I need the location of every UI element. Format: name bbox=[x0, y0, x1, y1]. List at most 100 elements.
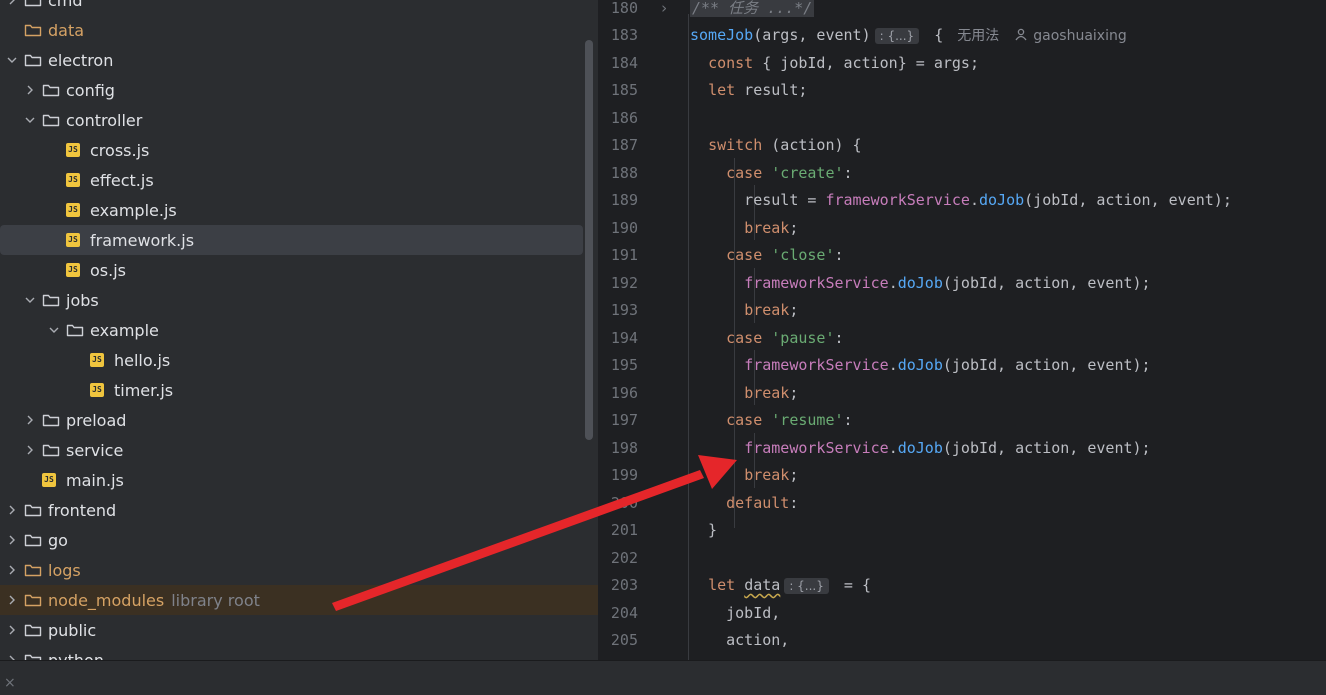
chevron-down-icon[interactable] bbox=[18, 115, 42, 125]
code-line[interactable]: 190 break; bbox=[598, 214, 1326, 241]
code-line[interactable]: 186 bbox=[598, 104, 1326, 131]
code-line[interactable]: 195 frameworkService.doJob(jobId, action… bbox=[598, 352, 1326, 379]
tree-folder-node-modules[interactable]: node_modules library root bbox=[0, 585, 598, 615]
code-text: action, bbox=[690, 631, 789, 649]
chevron-right-icon[interactable] bbox=[0, 625, 24, 635]
code-line[interactable]: 203 let data: {...} = { bbox=[598, 572, 1326, 599]
chevron-right-icon[interactable] bbox=[18, 445, 42, 455]
javascript-file-icon: JS bbox=[66, 233, 86, 247]
code-line[interactable]: 197 case 'resume': bbox=[598, 407, 1326, 434]
code-line[interactable]: 185 let result; bbox=[598, 77, 1326, 104]
code-token: data bbox=[744, 576, 781, 594]
tree-item-label: cross.js bbox=[90, 140, 150, 160]
close-icon[interactable]: × bbox=[4, 675, 16, 691]
tree-file-cross-js[interactable]: JS cross.js bbox=[0, 135, 598, 165]
fold-chevron-icon[interactable]: › bbox=[638, 0, 690, 17]
code-line[interactable]: 192 frameworkService.doJob(jobId, action… bbox=[598, 269, 1326, 296]
tree-folder-electron[interactable]: electron bbox=[0, 45, 598, 75]
line-number: 201 bbox=[610, 521, 638, 539]
code-line[interactable]: 189 result = frameworkService.doJob(jobI… bbox=[598, 187, 1326, 214]
type-inlay-hint[interactable]: : {...} bbox=[874, 28, 920, 44]
tree-folder-preload[interactable]: preload bbox=[0, 405, 598, 435]
line-number: 185 bbox=[610, 81, 638, 99]
code-line[interactable]: 180 ›/** 任务 ...*/ bbox=[598, 0, 1326, 21]
tree-folder-go[interactable]: go bbox=[0, 525, 598, 555]
code-token: . bbox=[888, 356, 898, 374]
line-number: 194 bbox=[610, 328, 638, 347]
tree-folder-cmd[interactable]: cmd bbox=[0, 0, 598, 15]
code-token: jobId, bbox=[690, 603, 781, 622]
code-token: (jobId, action, event); bbox=[1024, 191, 1232, 209]
tree-folder-controller[interactable]: controller bbox=[0, 105, 598, 135]
line-number: 188 bbox=[610, 163, 638, 182]
code-line[interactable]: 193 break; bbox=[598, 297, 1326, 324]
tree-item-label: framework.js bbox=[90, 230, 195, 250]
code-token: (action) { bbox=[762, 136, 862, 154]
folder-icon bbox=[24, 532, 44, 548]
code-text: case 'pause': bbox=[690, 329, 843, 347]
code-line[interactable]: 204 jobId, bbox=[598, 599, 1326, 626]
chevron-down-icon[interactable] bbox=[42, 325, 66, 335]
project-tree-scrollbar[interactable] bbox=[585, 40, 593, 440]
tree-folder-config[interactable]: config bbox=[0, 75, 598, 105]
code-line[interactable]: 183 someJob(args, event): {...} {无用法 gaosh… bbox=[598, 22, 1326, 49]
code-line[interactable]: 191 case 'close': bbox=[598, 242, 1326, 269]
tree-file-main-js[interactable]: JS main.js bbox=[0, 465, 598, 495]
usage-hint[interactable]: 无用法 bbox=[957, 28, 999, 44]
code-line[interactable]: 187 switch (action) { bbox=[598, 132, 1326, 159]
code-line[interactable]: 188 case 'create': bbox=[598, 159, 1326, 186]
line-number: 189 bbox=[610, 191, 638, 209]
tree-file-timer-js[interactable]: JS timer.js bbox=[0, 375, 598, 405]
tree-item-label: frontend bbox=[48, 500, 117, 520]
code-line[interactable]: 184 const { jobId, action} = args; bbox=[598, 49, 1326, 76]
tree-file-framework-js[interactable]: JS framework.js bbox=[0, 225, 583, 255]
tree-folder-public[interactable]: public bbox=[0, 615, 598, 645]
code-line[interactable]: 202 bbox=[598, 544, 1326, 571]
tree-folder-logs[interactable]: logs bbox=[0, 555, 598, 585]
code-token: } bbox=[690, 521, 718, 539]
code-line[interactable]: 198 frameworkService.doJob(jobId, action… bbox=[598, 434, 1326, 461]
chevron-right-icon[interactable] bbox=[18, 415, 42, 425]
code-line[interactable]: 199 break; bbox=[598, 462, 1326, 489]
code-text: case 'close': bbox=[690, 246, 844, 264]
tree-folder-example[interactable]: example bbox=[0, 315, 598, 345]
tree-folder-jobs[interactable]: jobs bbox=[0, 285, 598, 315]
type-inlay-hint[interactable]: : {...} bbox=[784, 578, 829, 594]
chevron-right-icon[interactable] bbox=[18, 85, 42, 95]
chevron-right-icon[interactable] bbox=[0, 595, 24, 605]
javascript-file-icon: JS bbox=[66, 173, 86, 187]
chevron-right-icon[interactable] bbox=[0, 0, 24, 5]
tree-folder-data[interactable]: data bbox=[0, 15, 598, 45]
code-editor[interactable]: 180 ›/** 任务 ...*/ 183 someJob(args, event):… bbox=[598, 0, 1326, 660]
tree-folder-frontend[interactable]: frontend bbox=[0, 495, 598, 525]
tree-file-os-js[interactable]: JS os.js bbox=[0, 255, 598, 285]
tree-file-hello-js[interactable]: JS hello.js bbox=[0, 345, 598, 375]
chevron-right-icon[interactable] bbox=[0, 565, 24, 575]
folder-icon bbox=[66, 322, 86, 338]
tree-folder-python[interactable]: python bbox=[0, 645, 598, 660]
tree-file-example-js[interactable]: JS example.js bbox=[0, 195, 598, 225]
author-hint[interactable]: gaoshuaixing bbox=[1015, 28, 1127, 44]
chevron-down-icon[interactable] bbox=[0, 55, 24, 65]
code-token: someJob bbox=[690, 26, 754, 44]
code-line[interactable]: 205 action, bbox=[598, 627, 1326, 654]
chevron-right-icon[interactable] bbox=[0, 505, 24, 515]
code-token: : bbox=[789, 493, 799, 512]
code-token: : bbox=[834, 246, 844, 264]
chevron-right-icon[interactable] bbox=[0, 535, 24, 545]
folder-icon bbox=[42, 442, 62, 458]
chevron-down-icon[interactable] bbox=[18, 295, 42, 305]
code-line[interactable]: 196 break; bbox=[598, 379, 1326, 406]
tree-folder-service[interactable]: service bbox=[0, 435, 598, 465]
code-token: default bbox=[726, 493, 790, 512]
code-line[interactable]: 194 case 'pause': bbox=[598, 324, 1326, 351]
author-name: gaoshuaixing bbox=[1033, 28, 1127, 44]
code-line[interactable]: 201 } bbox=[598, 517, 1326, 544]
code-line[interactable]: 200 default: bbox=[598, 489, 1326, 516]
tree-file-effect-js[interactable]: JS effect.js bbox=[0, 165, 598, 195]
tree-item-label: preload bbox=[66, 410, 127, 430]
